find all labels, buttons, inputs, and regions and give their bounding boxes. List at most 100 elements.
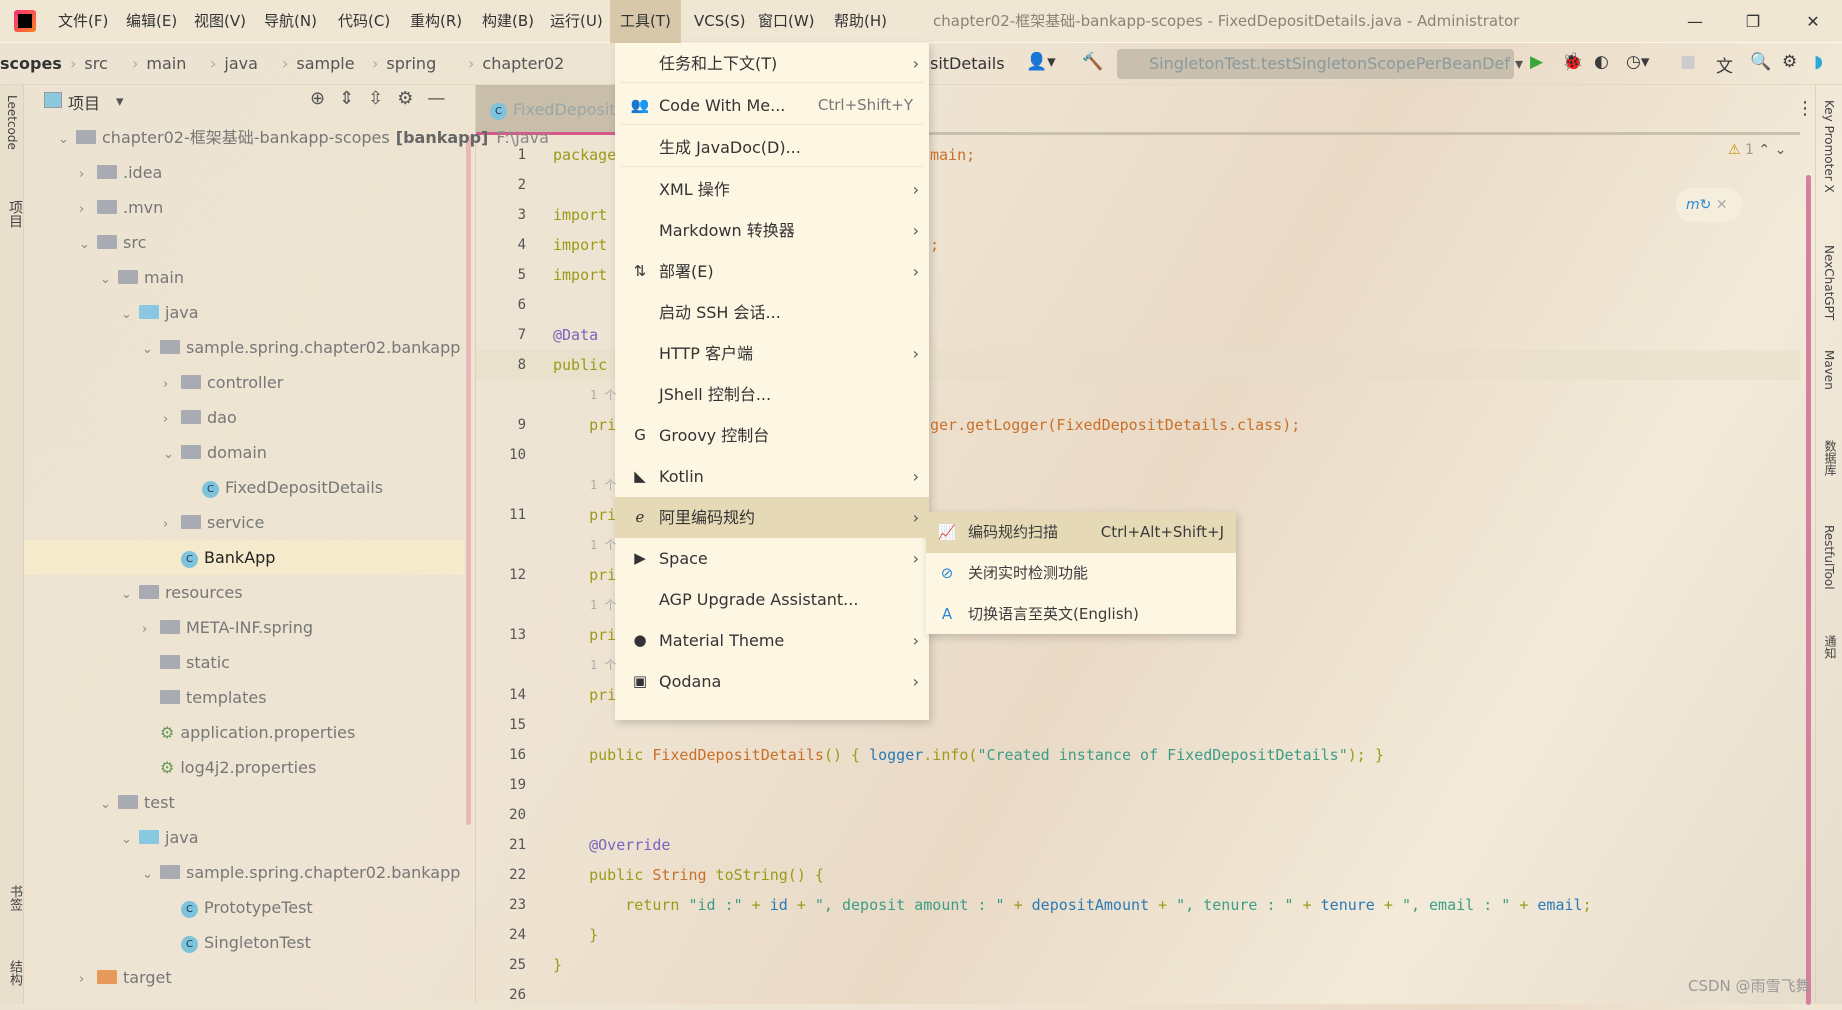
breadcrumb-item[interactable]: › sample [282, 43, 355, 85]
user-icon[interactable]: 👤▾ [1026, 52, 1056, 72]
toolbox-icon[interactable]: ◗ [1814, 52, 1823, 72]
menu-item[interactable]: XML 操作 › [615, 169, 929, 210]
tree-item[interactable]: › .mvn [24, 190, 464, 225]
tree-item[interactable]: ⌄ src [24, 225, 464, 260]
code-line[interactable]: @Data [553, 320, 598, 350]
debug-icon[interactable]: 🐞 [1562, 52, 1583, 72]
menu-10[interactable]: 窗口(W) [748, 0, 825, 43]
build-hammer-icon[interactable]: 🔨 [1082, 52, 1103, 72]
menu-item[interactable]: ⇅ 部署(E) › [615, 251, 929, 292]
code-line[interactable]: public FixedDepositDetails() { logger.in… [553, 740, 1384, 770]
menu-8[interactable]: 工具(T) [610, 0, 681, 43]
chevron-right-icon[interactable]: › [79, 962, 97, 997]
tree-item[interactable]: ⌄ java [24, 295, 464, 330]
search-icon[interactable]: 🔍 [1750, 52, 1771, 72]
profile-icon[interactable]: ◷▾ [1626, 52, 1649, 72]
menu-6[interactable]: 构建(B) [472, 0, 544, 43]
usage-hint[interactable]: 1 个 [590, 590, 616, 620]
code-line[interactable]: pri [553, 560, 616, 590]
menu-item[interactable]: 生成 JavaDoc(D)... [615, 127, 929, 168]
chevron-down-icon[interactable]: ⌄ [121, 577, 139, 612]
chevron-down-icon[interactable]: ⌄ [100, 262, 118, 297]
right-tool-tab[interactable]: 数据库 [1822, 440, 1839, 476]
chevron-right-icon[interactable]: › [79, 192, 97, 227]
project-panel-title[interactable]: 项目 [68, 90, 100, 114]
code-line[interactable]: return "id :" + id + ", deposit amount :… [553, 890, 1591, 920]
project-scrollbar[interactable] [466, 135, 471, 825]
menu-item[interactable]: 👥 Code With Me... Ctrl+Shift+Y [615, 85, 929, 126]
code-line[interactable]: pri [553, 680, 616, 710]
usage-hint[interactable]: 1 个 [590, 470, 616, 500]
code-line[interactable]: import [553, 200, 607, 230]
code-line[interactable]: package [553, 140, 616, 170]
tree-item[interactable]: ⌄ java [24, 820, 464, 855]
code-line-right[interactable]: ; [930, 230, 939, 260]
code-line[interactable]: pri [553, 410, 616, 440]
maven-reload-popup[interactable]: m↻ ✕ [1676, 188, 1742, 222]
usage-hint[interactable]: 1 个 [590, 530, 616, 560]
chevron-down-icon[interactable]: ⌄ [142, 857, 160, 892]
menu-item[interactable]: ℯ 阿里编码规约 › [615, 497, 929, 538]
project-toolbar-icons[interactable]: ⊕⇕⇳⚙— [310, 88, 459, 109]
warning-indicator[interactable]: ⚠ 1 ⌃ ⌄ [1728, 142, 1786, 158]
chevron-down-icon[interactable]: ⌄ [142, 332, 160, 367]
stop-icon[interactable]: ■ [1680, 52, 1696, 72]
tree-item[interactable]: ⚙ log4j2.properties [24, 750, 464, 785]
breadcrumb-item[interactable]: › chapter02 [468, 43, 564, 85]
submenu-item[interactable]: A 切换语言至英文(English) [926, 594, 1236, 635]
maven-reload-icon[interactable]: m↻ [1686, 197, 1711, 213]
tree-item[interactable]: › dao [24, 400, 464, 435]
tree-item[interactable]: C SingletonTest [24, 925, 464, 960]
chevron-right-icon[interactable]: › [142, 612, 160, 647]
tree-item[interactable]: static [24, 645, 464, 680]
breadcrumb-item[interactable]: › spring [372, 43, 436, 85]
chevron-down-icon[interactable]: ▾ [116, 92, 124, 110]
chevron-down-icon[interactable]: ⌄ [163, 437, 181, 472]
code-line-right[interactable]: ger.getLogger(FixedDepositDetails.class)… [930, 410, 1300, 440]
chevron-down-icon[interactable]: ⌄ [79, 227, 97, 262]
tree-item[interactable]: › controller [24, 365, 464, 400]
breadcrumb-item[interactable]: › java [210, 43, 258, 85]
menu-item[interactable]: JShell 控制台... [615, 374, 929, 415]
close-button[interactable]: ✕ [1790, 0, 1836, 43]
structure-tool-tab[interactable]: 结构 [5, 960, 24, 986]
bookmarks-tool-tab[interactable]: 书签 [5, 885, 24, 911]
maximize-button[interactable]: ❐ [1730, 0, 1776, 43]
menu-7[interactable]: 运行(U) [540, 0, 613, 43]
chevron-down-icon[interactable]: ⌄ [58, 122, 76, 157]
menu-item[interactable]: 任务和上下文(T) › [615, 43, 929, 84]
minimize-button[interactable]: — [1672, 0, 1718, 43]
right-tool-tab[interactable]: Maven [1822, 350, 1836, 390]
chevron-down-icon[interactable]: ⌄ [100, 787, 118, 822]
more-options-icon[interactable]: ⋮ [1796, 98, 1814, 119]
chevron-right-icon[interactable]: › [163, 507, 181, 542]
code-line[interactable]: pri [553, 500, 616, 530]
menu-item[interactable]: ◣ Kotlin › [615, 456, 929, 497]
menu-item[interactable]: HTTP 客户端 › [615, 333, 929, 374]
right-tool-tab[interactable]: Key Promoter X [1822, 100, 1836, 193]
menu-item[interactable]: G Groovy 控制台 [615, 415, 929, 456]
menu-5[interactable]: 重构(R) [400, 0, 472, 43]
right-tool-tab[interactable]: 通知 [1822, 635, 1839, 659]
menu-1[interactable]: 编辑(E) [116, 0, 187, 43]
code-line[interactable]: } [553, 920, 598, 950]
chevron-right-icon[interactable]: › [163, 402, 181, 437]
run-icon[interactable]: ▶ [1530, 52, 1543, 72]
menu-item[interactable]: ▶ Space › [615, 538, 929, 579]
translate-icon[interactable]: 文 [1716, 52, 1733, 77]
code-line[interactable]: @Override [553, 830, 670, 860]
menu-0[interactable]: 文件(F) [48, 0, 118, 43]
menu-item[interactable]: 启动 SSH 会话... [615, 292, 929, 333]
gear-icon[interactable]: ⚙ [1782, 52, 1797, 72]
tree-item[interactable]: ⌄ domain [24, 435, 464, 470]
close-icon[interactable]: ✕ [1716, 197, 1728, 213]
code-line[interactable]: } [553, 950, 562, 980]
tree-item[interactable]: › target [24, 960, 464, 995]
usage-hint[interactable]: 1 个 [590, 650, 616, 680]
tree-item[interactable]: C BankApp [24, 540, 464, 575]
code-line[interactable]: public String toString() { [553, 860, 824, 890]
coverage-icon[interactable]: ◐ [1594, 52, 1609, 72]
breadcrumb-item[interactable]: › src [70, 43, 108, 85]
tree-item[interactable]: ⌄ main [24, 260, 464, 295]
breadcrumb-tail[interactable]: sitDetails [930, 43, 1005, 85]
